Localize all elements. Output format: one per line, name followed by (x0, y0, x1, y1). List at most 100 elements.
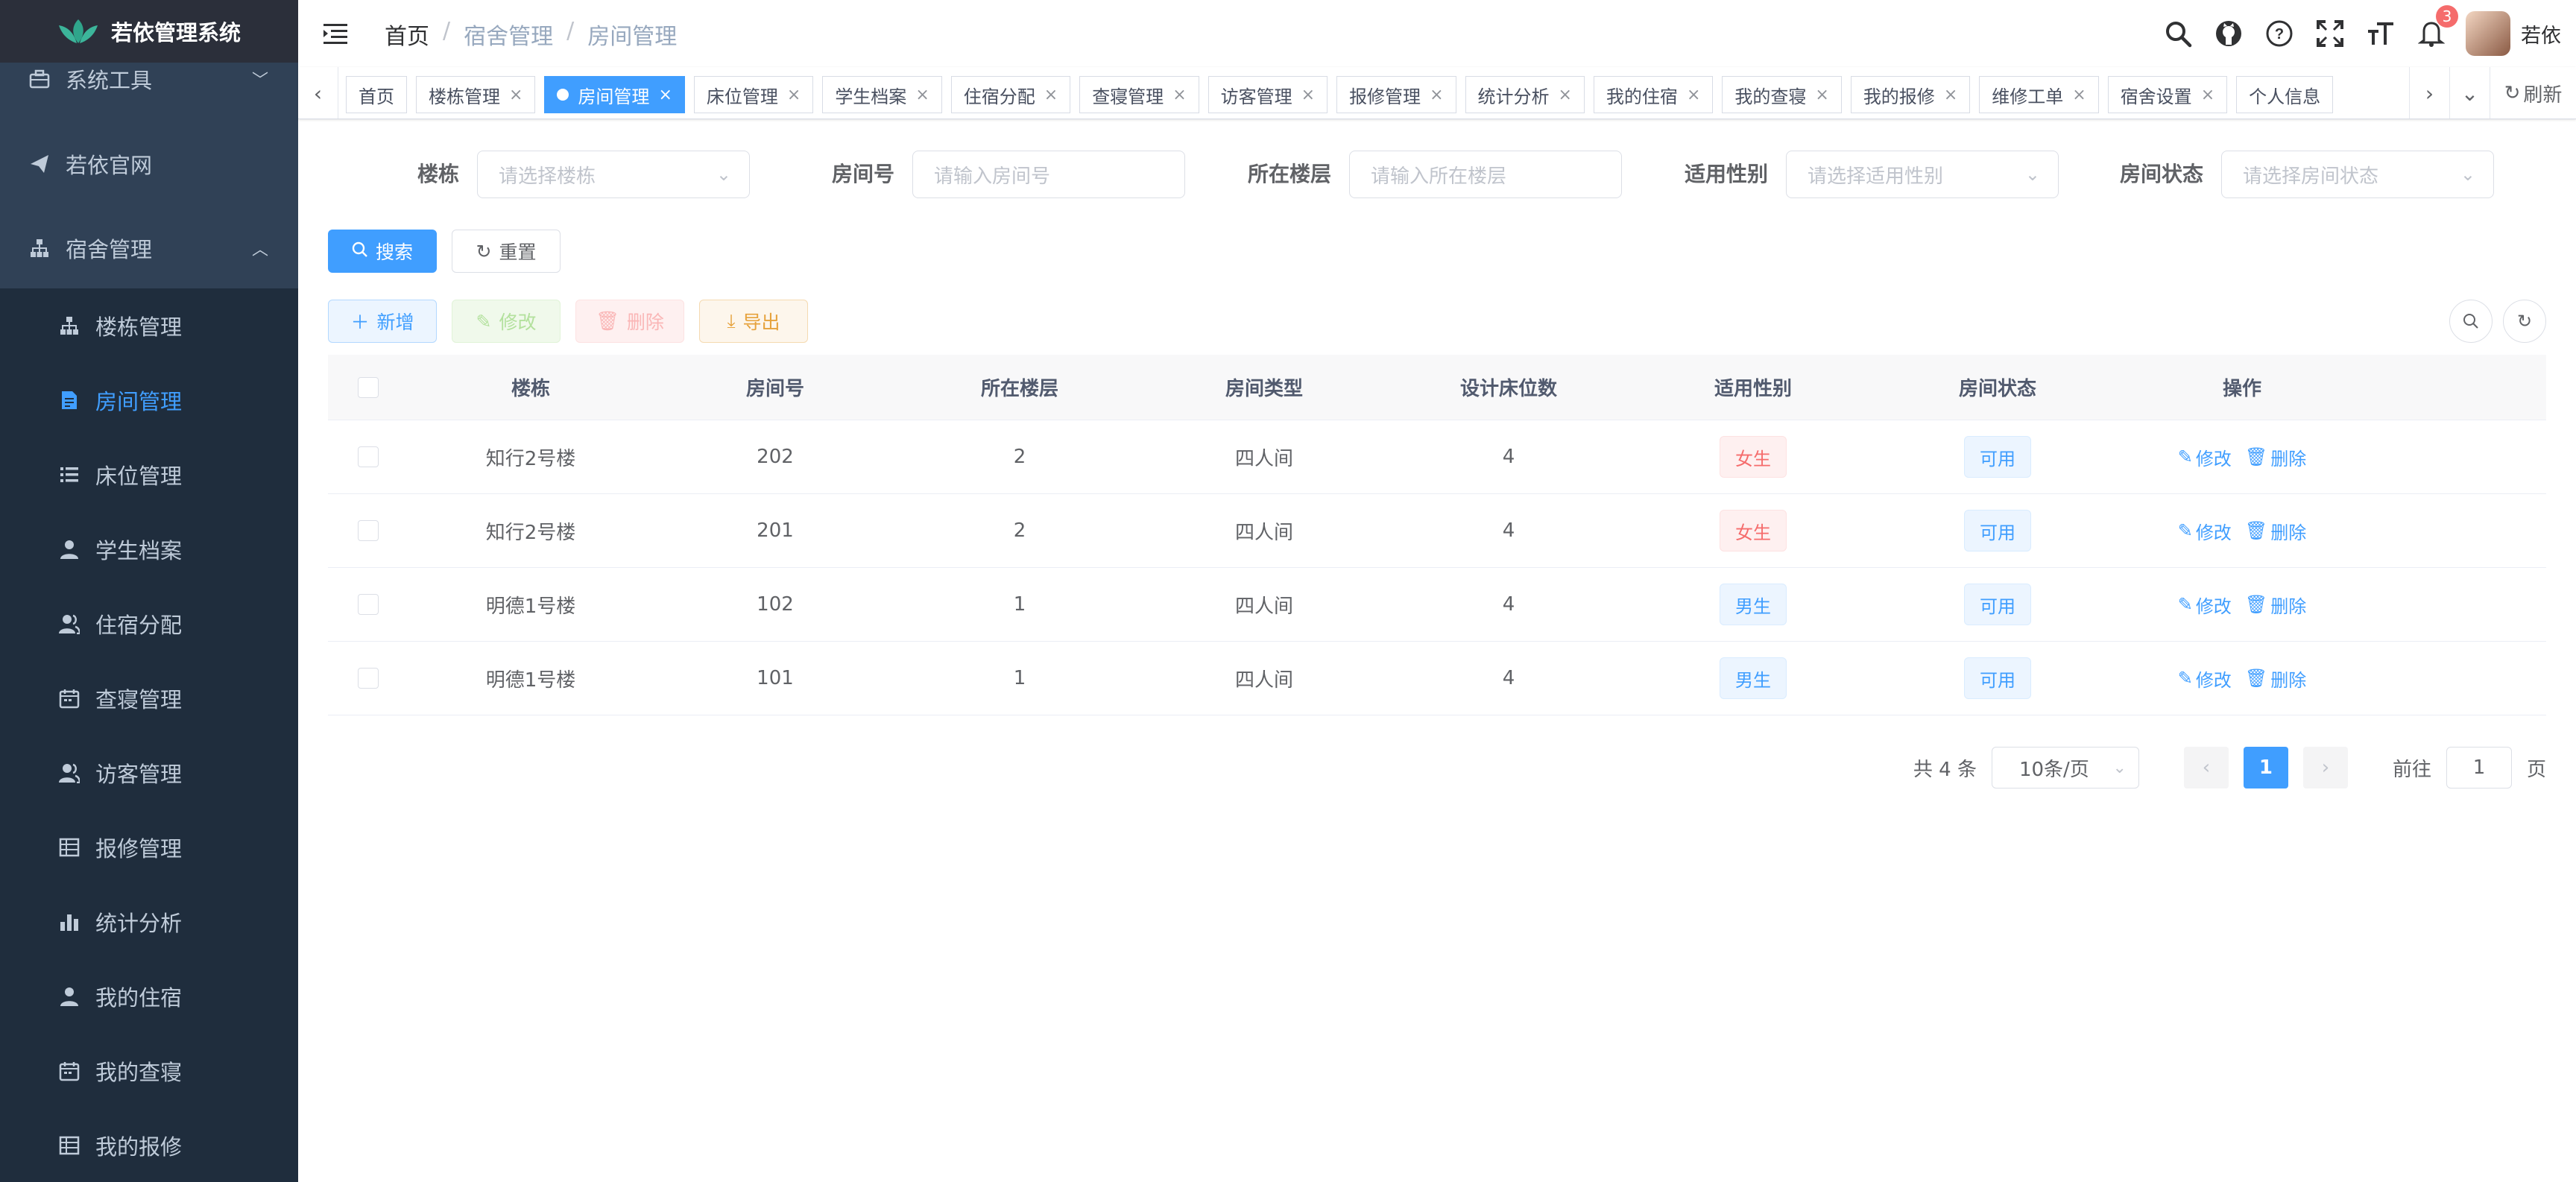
close-icon[interactable]: × (1559, 86, 1572, 104)
tags-scroll-left-icon[interactable]: ‹ (298, 67, 338, 118)
close-icon[interactable]: × (1944, 86, 1957, 104)
status-select[interactable]: 请选择房间状态 ⌄ (2221, 151, 2494, 198)
tab-8[interactable]: 报修管理 × (1336, 76, 1456, 113)
row-checkbox[interactable] (358, 668, 379, 689)
table-row[interactable]: 明德1号楼 101 1 四人间 4 男生 可用 ✎ 修改 🗑 删除 (328, 642, 2546, 715)
font-size-icon[interactable] (2364, 17, 2397, 50)
search-button[interactable]: 搜索 (328, 230, 437, 273)
logo[interactable]: 若依管理系统 (0, 0, 298, 63)
gender-select[interactable]: 请选择适用性别 ⌄ (1786, 151, 2059, 198)
toggle-search-button[interactable] (2449, 300, 2493, 343)
status-tag: 可用 (1964, 584, 2031, 625)
close-icon[interactable]: × (1172, 86, 1186, 104)
table-row[interactable]: 明德1号楼 102 1 四人间 4 男生 可用 ✎ 修改 🗑 删除 (328, 568, 2546, 642)
page-number-current[interactable]: 1 (2243, 747, 2288, 788)
building-select[interactable]: 请选择楼栋 ⌄ (477, 151, 750, 198)
add-button[interactable]: ＋ 新增 (328, 300, 437, 343)
tab-2[interactable]: 房间管理 × (544, 76, 685, 113)
export-button[interactable]: ⤓ 导出 (699, 300, 808, 343)
delete-button[interactable]: 🗑 删除 (575, 300, 684, 343)
prev-page-button[interactable]: ‹ (2183, 747, 2229, 788)
sidebar-item-ruoyi-site[interactable]: 若依官网 (0, 127, 298, 201)
goto-page-input[interactable]: 1 (2446, 747, 2512, 788)
sidebar-item-7[interactable]: 报修管理 (0, 810, 298, 885)
bell-icon[interactable]: 3 (2415, 5, 2458, 50)
tab-3[interactable]: 床位管理 × (693, 76, 814, 113)
row-edit-link[interactable]: ✎ 修改 (2178, 592, 2232, 618)
tab-label: 首页 (359, 86, 394, 107)
cell-floor: 1 (1013, 667, 1026, 689)
github-icon[interactable] (2212, 17, 2245, 50)
refresh-table-button[interactable]: ↻ (2503, 300, 2546, 343)
tab-0[interactable]: 首页 (346, 76, 407, 113)
close-icon[interactable]: × (1815, 86, 1828, 104)
row-checkbox[interactable] (358, 520, 379, 541)
sidebar-item-6[interactable]: 访客管理 (0, 736, 298, 810)
sidebar-item-8[interactable]: 统计分析 (0, 885, 298, 959)
row-delete-label: 删除 (2270, 595, 2307, 617)
close-icon[interactable]: × (2072, 86, 2086, 104)
tab-4[interactable]: 学生档案 × (822, 76, 942, 113)
sidebar-item-9[interactable]: 我的住宿 (0, 959, 298, 1034)
sidebar-item-4[interactable]: 住宿分配 (0, 587, 298, 661)
search-icon[interactable] (2162, 17, 2194, 50)
tab-label: 我的住宿 (1606, 86, 1678, 107)
hamburger-icon[interactable] (322, 20, 349, 47)
sidebar-item-dorm-management[interactable]: 宿舍管理 ︿ (0, 211, 298, 285)
floor-input[interactable]: 请输入所在楼层 (1349, 151, 1622, 198)
tab-5[interactable]: 住宿分配 × (950, 76, 1071, 113)
next-page-button[interactable]: › (2302, 747, 2348, 788)
sidebar-item-2[interactable]: 床位管理 (0, 437, 298, 512)
row-checkbox[interactable] (358, 446, 379, 467)
tab-1[interactable]: 楼栋管理 × (416, 76, 536, 113)
tab-9[interactable]: 统计分析 × (1465, 76, 1585, 113)
tab-11[interactable]: 我的查寝 × (1722, 76, 1842, 113)
room-no-input[interactable]: 请输入房间号 (912, 151, 1185, 198)
reset-button[interactable]: ↻ 重置 (452, 230, 561, 273)
close-icon[interactable]: × (2201, 86, 2214, 104)
sidebar-item-1[interactable]: 房间管理 (0, 363, 298, 437)
avatar[interactable] (2466, 11, 2510, 56)
edit-button[interactable]: ✎ 修改 (452, 300, 561, 343)
delete-button-label: 删除 (626, 312, 664, 333)
row-checkbox[interactable] (358, 594, 379, 615)
row-delete-link[interactable]: 🗑 删除 (2245, 444, 2306, 470)
select-all-checkbox[interactable] (358, 376, 379, 398)
close-icon[interactable]: × (915, 86, 929, 104)
close-icon[interactable]: × (1301, 86, 1315, 104)
row-delete-link[interactable]: 🗑 删除 (2245, 592, 2306, 618)
close-icon[interactable]: × (1687, 86, 1700, 104)
tab-13[interactable]: 维修工单 × (1979, 76, 2099, 113)
tags-scroll-right-icon[interactable]: › (2409, 67, 2449, 118)
row-edit-link[interactable]: ✎ 修改 (2178, 518, 2232, 544)
sidebar-item-11[interactable]: 我的报修 (0, 1108, 298, 1182)
tab-14[interactable]: 宿舍设置 × (2107, 76, 2228, 113)
tab-6[interactable]: 查寝管理 × (1079, 76, 1199, 113)
close-icon[interactable]: × (658, 86, 672, 104)
row-delete-link[interactable]: 🗑 删除 (2245, 518, 2306, 544)
sidebar-item-10[interactable]: 我的查寝 (0, 1034, 298, 1108)
row-delete-link[interactable]: 🗑 删除 (2245, 666, 2306, 692)
row-edit-link[interactable]: ✎ 修改 (2178, 444, 2232, 470)
refresh-button[interactable]: ↻ 刷新 (2490, 67, 2576, 118)
table-row[interactable]: 知行2号楼 202 2 四人间 4 女生 可用 ✎ 修改 🗑 删除 (328, 420, 2546, 494)
tab-7[interactable]: 访客管理 × (1208, 76, 1328, 113)
sidebar-item-5[interactable]: 查寝管理 (0, 661, 298, 736)
row-edit-link[interactable]: ✎ 修改 (2178, 666, 2232, 692)
username[interactable]: 若依 (2521, 19, 2561, 48)
tab-15[interactable]: 个人信息 (2236, 76, 2334, 113)
question-icon[interactable]: ? (2263, 17, 2296, 50)
tags-dropdown-icon[interactable]: ⌄ (2449, 67, 2490, 118)
sidebar-item-3[interactable]: 学生档案 (0, 512, 298, 587)
sidebar-item-0[interactable]: 楼栋管理 (0, 288, 298, 363)
tab-10[interactable]: 我的住宿 × (1593, 76, 1714, 113)
tab-12[interactable]: 我的报修 × (1850, 76, 1971, 113)
close-icon[interactable]: × (509, 86, 523, 104)
breadcrumb-home[interactable]: 首页 (385, 18, 429, 51)
fullscreen-icon[interactable] (2314, 17, 2346, 50)
page-size-select[interactable]: 10条/页 ⌄ (1991, 747, 2139, 788)
table-row[interactable]: 知行2号楼 201 2 四人间 4 女生 可用 ✎ 修改 🗑 删除 (328, 494, 2546, 568)
close-icon[interactable]: × (1430, 86, 1443, 104)
close-icon[interactable]: × (787, 86, 801, 104)
close-icon[interactable]: × (1044, 86, 1058, 104)
